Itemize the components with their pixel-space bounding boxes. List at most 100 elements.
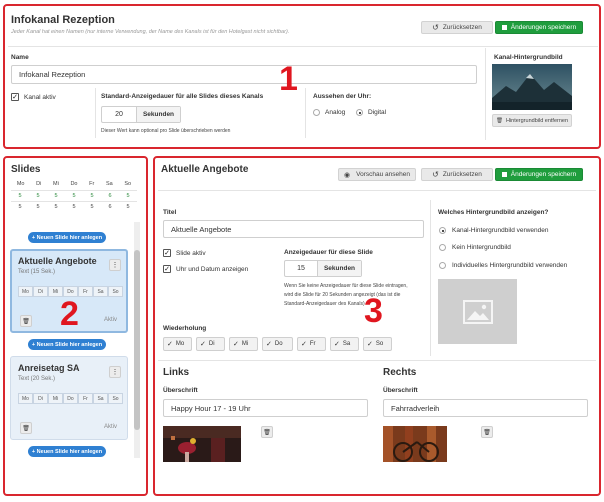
- repeat-day-di[interactable]: ✓ Di: [196, 337, 225, 351]
- eye-icon: ◉: [344, 171, 351, 179]
- slide-card-title: Aktuelle Angebote: [18, 256, 97, 266]
- clock-label: Aussehen der Uhr:: [313, 93, 372, 100]
- check-icon: ✓: [233, 340, 239, 348]
- slide-card-status: Aktiv: [104, 424, 118, 430]
- bg-option-custom-label: Individuelles Hintergrundbild verwenden: [452, 262, 568, 269]
- check-icon: ✓: [301, 340, 307, 348]
- slide-active-label: Slide aktiv: [176, 250, 206, 257]
- slide-card-menu-button[interactable]: ⋮: [109, 259, 121, 271]
- bg-option-channel-radio[interactable]: [439, 227, 446, 234]
- slide-card-delete-button[interactable]: 🗑: [20, 315, 32, 327]
- annotation-number-2: 2: [60, 295, 79, 333]
- add-slide-button-2[interactable]: + Neuen Slide hier anlegen: [28, 339, 106, 350]
- channel-name-input[interactable]: Infokanal Rezeption: [11, 65, 477, 84]
- check-icon: ✓: [334, 340, 340, 348]
- editor-duration-input[interactable]: 15 Sekunden: [284, 260, 362, 277]
- channel-divider: [8, 46, 598, 47]
- repeat-day-mo[interactable]: ✓ Mo: [163, 337, 192, 351]
- repeat-day-fr[interactable]: ✓ Fr: [297, 337, 326, 351]
- bg-option-none-label: Kein Hintergrundbild: [452, 244, 511, 251]
- channel-active-checkbox[interactable]: ✓: [11, 93, 19, 101]
- slide-card-day-sa: Sa: [93, 393, 108, 404]
- channel-col-divider-3: [485, 48, 486, 140]
- editor-reset-button[interactable]: ↺ Zurücksetzen: [421, 168, 493, 181]
- bg-image-placeholder[interactable]: [438, 279, 517, 344]
- slides-scrollbar-thumb[interactable]: [134, 250, 140, 430]
- channel-duration-unit: Sekunden: [136, 107, 180, 122]
- slide-card-status: Aktiv: [104, 317, 118, 323]
- editor-title: Aktuelle Angebote: [161, 164, 249, 175]
- slide-card-delete-button[interactable]: 🗑: [20, 422, 32, 434]
- channel-col-divider-1: [95, 88, 96, 138]
- clock-digital-radio[interactable]: [356, 109, 363, 116]
- check-icon: ✓: [266, 340, 272, 348]
- show-clock-label: Uhr und Datum anzeigen: [176, 266, 249, 273]
- repeat-day-mi[interactable]: ✓ Mi: [229, 337, 258, 351]
- editor-save-button[interactable]: Änderungen speichern: [495, 168, 583, 181]
- image-placeholder-icon: [462, 299, 493, 324]
- left-caption-label: Überschrift: [163, 387, 198, 394]
- bg-question: Welches Hintergrundbild anzeigen?: [438, 209, 549, 216]
- channel-duration-input[interactable]: 20 Sekunden: [101, 106, 181, 123]
- annotation-number-1: 1: [279, 60, 298, 98]
- slide-card-meta: Text (20 Sek.): [18, 376, 56, 382]
- slide-card-day-fr: Fr: [78, 393, 93, 404]
- editor-title-label: Titel: [163, 209, 177, 216]
- left-caption-input[interactable]: Happy Hour 17 - 19 Uhr: [163, 399, 368, 417]
- slide-card-menu-button[interactable]: ⋮: [109, 366, 121, 378]
- left-image-delete-button[interactable]: 🗑: [261, 426, 273, 438]
- editor-col-divider: [430, 200, 431, 356]
- editor-header-divider: [158, 190, 596, 191]
- channel-save-button[interactable]: Änderungen speichern: [495, 21, 583, 34]
- repeat-day-do[interactable]: ✓ Do: [262, 337, 293, 351]
- editor-duration-label: Anzeigedauer für diese Slide: [284, 249, 373, 256]
- right-image-delete-button[interactable]: 🗑: [481, 426, 493, 438]
- slides-schedule-grid: Mo Di Mi Do Fr Sa So 5 5 5 5 5 6 5 5 5 5…: [11, 181, 137, 212]
- slide-card-day-di: Di: [33, 286, 48, 297]
- add-slide-button-3[interactable]: + Neuen Slide hier anlegen: [28, 446, 106, 457]
- save-icon: [501, 25, 507, 30]
- repeat-label: Wiederholung: [163, 325, 207, 332]
- bg-option-none-radio[interactable]: [439, 244, 446, 251]
- channel-reset-button[interactable]: ↺ Zurücksetzen: [421, 21, 493, 34]
- bg-option-custom-radio[interactable]: [439, 262, 446, 269]
- channel-col-divider-2: [305, 88, 306, 138]
- bg-option-channel-label: Kanal-Hintergrundbild verwenden: [452, 227, 549, 234]
- editor-section-divider: [158, 360, 596, 361]
- right-heading: Rechts: [383, 367, 417, 378]
- slide-card-meta: Text (15 Sek.): [18, 269, 56, 275]
- add-slide-button-1[interactable]: + Neuen Slide hier anlegen: [28, 232, 106, 243]
- slide-card-day-so: So: [108, 286, 123, 297]
- editor-duration-hint-2: wird die Slide für 20 Sekunden angezeigt…: [284, 292, 401, 298]
- slide-active-checkbox[interactable]: ✓: [163, 249, 171, 257]
- channel-bg-remove-button[interactable]: 🗑 Hintergrundbild entfernen: [492, 114, 572, 127]
- slide-card-day-mi: Mi: [48, 393, 63, 404]
- clock-analog-label: Analog: [325, 109, 346, 116]
- right-caption-label: Überschrift: [383, 387, 418, 394]
- slide-card-day-fr: Fr: [78, 286, 93, 297]
- repeat-day-sa[interactable]: ✓ Sa: [330, 337, 359, 351]
- slide-card-day-sa: Sa: [93, 286, 108, 297]
- channel-bg-label: Kanal-Hintergrundbild: [494, 54, 563, 61]
- channel-duration-hint: Dieser Wert kann optional pro Slide über…: [101, 128, 231, 134]
- slides-title: Slides: [11, 164, 41, 175]
- right-image-thumbnail: [383, 426, 447, 462]
- right-caption-input[interactable]: Fahrradverleih: [383, 399, 588, 417]
- slide-card-day-so: So: [108, 393, 123, 404]
- show-clock-checkbox[interactable]: ✓: [163, 265, 171, 273]
- clock-analog-radio[interactable]: [313, 109, 320, 116]
- undo-icon: ↺: [432, 170, 439, 179]
- left-image-thumbnail: [163, 426, 241, 462]
- check-icon: ✓: [200, 340, 206, 348]
- editor-preview-button[interactable]: ◉ Vorschau ansehen: [338, 168, 416, 181]
- left-heading: Links: [163, 367, 190, 378]
- check-icon: ✓: [167, 340, 173, 348]
- slide-card-day-di: Di: [33, 393, 48, 404]
- slide-card-anreisetag-sa[interactable]: Anreisetag SA Text (20 Sek.) ⋮ Mo Di Mi …: [10, 356, 128, 440]
- channel-duration-label: Standard-Anzeigedauer für alle Slides di…: [101, 93, 264, 100]
- trash-icon: 🗑: [495, 117, 503, 124]
- editor-duration-hint-1: Wenn Sie keine Anzeigedauer für diese Sl…: [284, 283, 408, 289]
- editor-title-input[interactable]: Aktuelle Angebote: [163, 220, 424, 238]
- save-icon: [501, 172, 507, 177]
- repeat-day-so[interactable]: ✓ So: [363, 337, 392, 351]
